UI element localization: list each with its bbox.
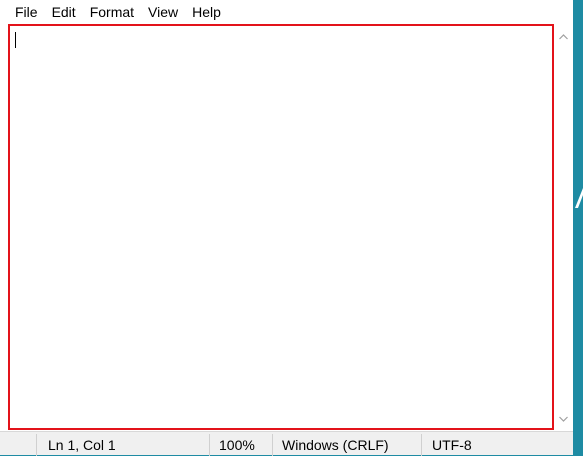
status-line-ending: Windows (CRLF) [282,437,389,453]
vertical-scrollbar[interactable] [554,24,573,430]
chevron-down-icon[interactable] [554,410,573,427]
text-editor[interactable] [12,28,550,426]
menu-file[interactable]: File [8,1,45,23]
menu-bar: File Edit Format View Help [0,0,573,24]
status-separator [421,434,422,456]
status-bar: Ln 1, Col 1 100% Windows (CRLF) UTF-8 [0,431,573,456]
chevron-up-icon[interactable] [554,28,573,45]
status-separator [209,434,210,456]
status-separator [272,434,273,456]
menu-view[interactable]: View [141,1,185,23]
status-separator [36,434,37,456]
text-caret [15,32,16,48]
menu-edit[interactable]: Edit [45,1,83,23]
status-encoding: UTF-8 [432,437,472,453]
desktop-background-glyph [573,186,583,210]
status-cursor-position: Ln 1, Col 1 [48,437,116,453]
text-editor-area[interactable] [8,24,554,430]
menu-format[interactable]: Format [83,1,141,23]
notepad-window: File Edit Format View Help Ln 1, Col 1 1… [0,0,573,456]
menu-help[interactable]: Help [185,1,228,23]
status-zoom: 100% [219,437,255,453]
